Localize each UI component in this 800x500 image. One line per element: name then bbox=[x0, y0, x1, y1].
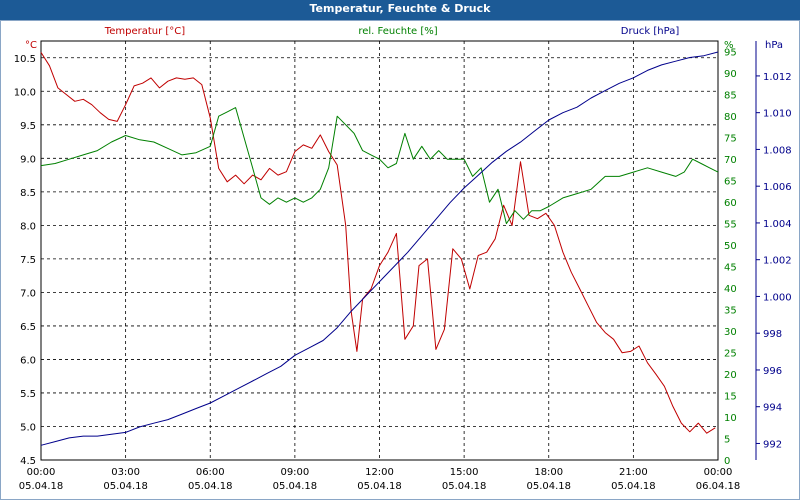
pressure-tick-label: 1.008 bbox=[763, 145, 792, 156]
humidity-tick-label: 15 bbox=[724, 392, 737, 403]
time-tick-label: 15:00 bbox=[450, 467, 479, 478]
date-tick-label: 05.04.18 bbox=[273, 481, 318, 492]
humidity-tick-label: 0 bbox=[724, 456, 730, 467]
humidity-tick-label: 40 bbox=[724, 284, 737, 295]
humidity-tick-label: 50 bbox=[724, 241, 737, 252]
date-tick-label: 06.04.18 bbox=[696, 481, 741, 492]
humidity-tick-label: 90 bbox=[724, 69, 737, 80]
date-tick-label: 05.04.18 bbox=[442, 481, 487, 492]
time-tick-label: 21:00 bbox=[619, 467, 648, 478]
temperature-tick-label: 7.5 bbox=[20, 255, 36, 266]
temperature-tick-label: 10.5 bbox=[14, 54, 36, 65]
temperature-tick-label: 8.5 bbox=[20, 188, 36, 199]
time-tick-label: 00:00 bbox=[27, 467, 56, 478]
time-tick-label: 09:00 bbox=[280, 467, 309, 478]
date-tick-label: 05.04.18 bbox=[526, 481, 571, 492]
temperature-tick-label: 5.0 bbox=[20, 422, 36, 433]
humidity-tick-label: 80 bbox=[724, 112, 737, 123]
pressure-unit: hPa bbox=[765, 40, 783, 51]
date-tick-label: 05.04.18 bbox=[19, 481, 64, 492]
pressure-tick-label: 1.012 bbox=[763, 72, 792, 83]
temperature-tick-label: 9.5 bbox=[20, 121, 36, 132]
temperature-tick-label: 10.0 bbox=[14, 87, 36, 98]
humidity-tick-label: 35 bbox=[724, 306, 737, 317]
pressure-tick-label: 1.006 bbox=[763, 182, 792, 193]
humidity-tick-label: 45 bbox=[724, 263, 737, 274]
humidity-tick-label: 70 bbox=[724, 155, 737, 166]
pressure-tick-label: 996 bbox=[763, 366, 782, 377]
pressure-tick-label: 994 bbox=[763, 403, 782, 414]
humidity-tick-label: 55 bbox=[724, 220, 737, 231]
temperature-tick-label: 7.0 bbox=[20, 288, 36, 299]
humidity-tick-label: 75 bbox=[724, 134, 737, 145]
date-tick-label: 05.04.18 bbox=[103, 481, 148, 492]
pressure-tick-label: 1.002 bbox=[763, 256, 792, 267]
humidity-tick-label: 60 bbox=[724, 198, 737, 209]
humidity-tick-label: 65 bbox=[724, 177, 737, 188]
temperature-tick-label: 6.5 bbox=[20, 322, 36, 333]
humidity-axis-title: rel. Feuchte [%] bbox=[358, 26, 437, 37]
pressure-tick-label: 1.010 bbox=[763, 109, 792, 120]
pressure-tick-label: 992 bbox=[763, 439, 782, 450]
humidity-tick-label: 85 bbox=[724, 91, 737, 102]
humidity-tick-label: 5 bbox=[724, 435, 730, 446]
humidity-unit: % bbox=[724, 40, 734, 51]
temperature-tick-label: 8.0 bbox=[20, 221, 36, 232]
temperature-tick-label: 4.5 bbox=[20, 456, 36, 467]
chart: 4.5 5.0 5.5 6.0 6.5 7.0 7.5 8.0 8.5 9.0 9.5 10.0 10.… bbox=[0, 20, 800, 500]
time-tick-label: 03:00 bbox=[111, 467, 140, 478]
temperature-tick-label: 9.0 bbox=[20, 154, 36, 165]
chart-title: Temperatur, Feuchte & Druck bbox=[0, 0, 800, 20]
date-tick-label: 05.04.18 bbox=[611, 481, 656, 492]
date-tick-label: 05.04.18 bbox=[188, 481, 233, 492]
time-tick-label: 18:00 bbox=[534, 467, 563, 478]
time-tick-label: 12:00 bbox=[365, 467, 394, 478]
temperature-unit: °C bbox=[25, 40, 37, 51]
date-tick-label: 05.04.18 bbox=[357, 481, 402, 492]
time-tick-label: 00:00 bbox=[704, 467, 733, 478]
humidity-tick-label: 10 bbox=[724, 413, 737, 424]
humidity-tick-label: 30 bbox=[724, 327, 737, 338]
pressure-tick-label: 998 bbox=[763, 329, 782, 340]
temperature-tick-label: 5.5 bbox=[20, 389, 36, 400]
humidity-tick-label: 25 bbox=[724, 349, 737, 360]
pressure-axis-title: Druck [hPa] bbox=[621, 26, 680, 37]
time-tick-label: 06:00 bbox=[196, 467, 225, 478]
temperature-axis-title: Temperatur [°C] bbox=[104, 26, 185, 37]
temperature-tick-label: 6.0 bbox=[20, 355, 36, 366]
pressure-tick-label: 1.004 bbox=[763, 219, 792, 230]
humidity-tick-label: 20 bbox=[724, 370, 737, 381]
pressure-tick-label: 1.000 bbox=[763, 292, 792, 303]
